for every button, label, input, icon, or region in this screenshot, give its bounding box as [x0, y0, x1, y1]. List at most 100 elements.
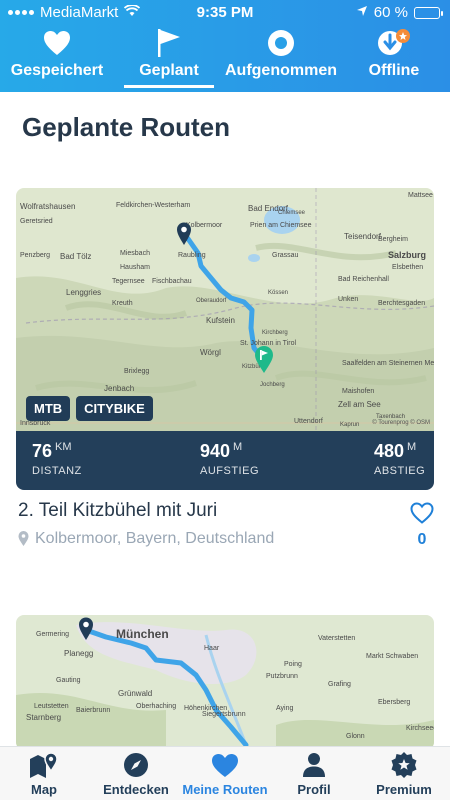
- stat-ascent: 940 M AUFSTIEG: [200, 441, 260, 477]
- map-place-label: Ebersberg: [378, 699, 411, 706]
- route-title[interactable]: 2. Teil Kitzbühel mit Juri: [18, 500, 217, 522]
- battery-percent: 60 %: [373, 4, 408, 21]
- compass-icon: [124, 753, 148, 777]
- map-place-label: Germering: [36, 631, 70, 638]
- map-place-label: Siegertsbrunn: [202, 711, 246, 718]
- tab-label: Offline: [368, 62, 420, 79]
- page-title: Geplante Routen: [22, 112, 231, 142]
- map-place-label: Salzburg: [388, 250, 427, 260]
- map-place-label: Kössen: [268, 290, 289, 296]
- map-place-label: Lenggries: [66, 288, 102, 297]
- map-place-label: Gauting: [56, 677, 81, 684]
- stat-descent: 480 M ABSTIEG: [374, 441, 426, 477]
- tab-label: Geplant: [139, 62, 199, 79]
- bottom-nav: Map Entdecken Meine Routen Profil Premiu…: [0, 746, 450, 800]
- route-map: Germering München Planegg Gauting Grünwald Ob…: [16, 615, 434, 750]
- gear-badge-icon: [391, 752, 417, 778]
- location-pin-icon: [18, 531, 29, 546]
- tab-gespeichert[interactable]: Gespeichert: [8, 28, 106, 90]
- map-place-label: Berchtesgaden: [378, 300, 426, 307]
- map-place-label: Innsbruck: [20, 420, 51, 427]
- map-place-label: Prien am Chiemsee: [250, 222, 312, 229]
- map-place-label: Haar: [204, 645, 220, 652]
- map-place-label: Wörgl: [200, 348, 221, 357]
- map-place-label: Glonn: [346, 733, 365, 740]
- map-place-label: Baierbrunn: [76, 707, 111, 714]
- map-place-label: Planegg: [64, 649, 94, 658]
- download-icon: [378, 29, 410, 55]
- map-place-label: Grassau: [272, 252, 299, 259]
- map-place-label: München: [116, 627, 169, 641]
- nav-meine-routen[interactable]: Meine Routen: [180, 751, 270, 797]
- map-place-label: Grafing: [328, 681, 351, 688]
- status-bar: MediaMarkt 9:35 PM 60 %: [0, 0, 450, 26]
- tab-geplant[interactable]: Geplant: [124, 28, 214, 90]
- map-place-label: Kirchseeon: [406, 725, 434, 732]
- map-place-label: Starnberg: [26, 713, 62, 722]
- map-place-label: Elsbethen: [392, 264, 424, 271]
- map-place-label: Bad Reichenhall: [338, 276, 389, 283]
- map-place-label: Aying: [276, 705, 294, 712]
- tab-offline[interactable]: Offline: [362, 28, 426, 90]
- tag-mtb: MTB: [26, 396, 71, 421]
- route-stats: 76 KM DISTANZ 940 M AUFSTIEG 480 M ABSTIEG: [16, 431, 434, 490]
- start-pin-icon: [79, 617, 93, 640]
- map-place-label: Höhenkirchen: [184, 705, 228, 712]
- map-place-label: Feldkirchen-Westerham: [116, 202, 191, 209]
- map-place-label: Kaprun: [340, 422, 360, 428]
- tab-label: Gespeichert: [10, 62, 104, 79]
- tag-citybike: CITYBIKE: [76, 396, 153, 421]
- nav-premium[interactable]: Premium: [370, 751, 438, 797]
- heart-outline-icon: [410, 502, 434, 524]
- map-place-label: Zell am See: [338, 400, 381, 409]
- map-place-label: Mattsee: [408, 192, 433, 199]
- map-place-label: Chiemsee: [278, 210, 306, 216]
- nav-entdecken[interactable]: Entdecken: [98, 751, 174, 797]
- map-pin-icon: [30, 752, 58, 778]
- map-place-label: Oberhaching: [136, 703, 177, 710]
- map-place-label: Brixlegg: [124, 368, 150, 375]
- top-tabs: Gespeichert Geplant Aufgenommen Offline: [0, 28, 450, 90]
- map-place-label: Raubling: [178, 252, 206, 259]
- map-place-label: Poing: [284, 661, 302, 668]
- tab-label: Aufgenommen: [225, 62, 337, 79]
- map-place-label: Penzberg: [20, 252, 50, 259]
- like-button[interactable]: 0: [408, 502, 436, 549]
- route-tags: MTB CITYBIKE: [26, 396, 153, 421]
- map-place-label: Kirchberg: [262, 330, 288, 336]
- tab-aufgenommen[interactable]: Aufgenommen: [224, 28, 338, 90]
- map-place-label: Fischbachau: [152, 278, 192, 285]
- route-card[interactable]: Germering München Planegg Gauting Grünwald Ob…: [16, 615, 434, 750]
- flag-icon: [158, 29, 180, 57]
- route-location: Kolbermoor, Bayern, Deutschland: [18, 530, 274, 548]
- map-place-label: Jenbach: [104, 384, 135, 393]
- map-place-label: Vaterstetten: [318, 635, 356, 642]
- battery-icon: [414, 6, 443, 19]
- map-place-label: Kufstein: [206, 316, 235, 325]
- map-place-label: Saalfelden am Steinernen Meer: [342, 360, 434, 367]
- map-place-label: Leutstetten: [34, 703, 69, 710]
- finish-pin-icon: [255, 346, 273, 373]
- map-place-label: Geretsried: [20, 218, 53, 225]
- map-place-label: Tegernsee: [112, 278, 145, 285]
- nav-map[interactable]: Map: [14, 751, 74, 797]
- location-arrow-icon: [356, 4, 368, 21]
- map-place-label: Hausham: [120, 264, 150, 271]
- map-place-label: Grünwald: [118, 689, 153, 698]
- heart-icon: [212, 753, 238, 777]
- map-place-label: Miesbach: [120, 250, 150, 257]
- nav-profil[interactable]: Profil: [288, 751, 340, 797]
- map-place-label: Kreuth: [112, 300, 133, 307]
- map-place-label: Uttendorf: [294, 418, 323, 425]
- record-icon: [268, 30, 294, 56]
- like-count: 0: [417, 531, 427, 548]
- person-icon: [303, 753, 325, 777]
- map-place-label: Teisendorf: [344, 232, 381, 241]
- top-header: MediaMarkt 9:35 PM 60 % Gespeichert Gepl…: [0, 0, 450, 92]
- route-card[interactable]: Mattsee Wolfratshausen Feldkirchen-Westerh…: [16, 188, 434, 490]
- map-place-label: Putzbrunn: [266, 673, 298, 680]
- map-place-label: Bad Tölz: [60, 252, 92, 261]
- map-attribution: © Tourenprog © OSM: [372, 420, 430, 426]
- map-place-label: Oberaudorf: [196, 298, 227, 304]
- map-place-label: Bergheim: [378, 236, 408, 243]
